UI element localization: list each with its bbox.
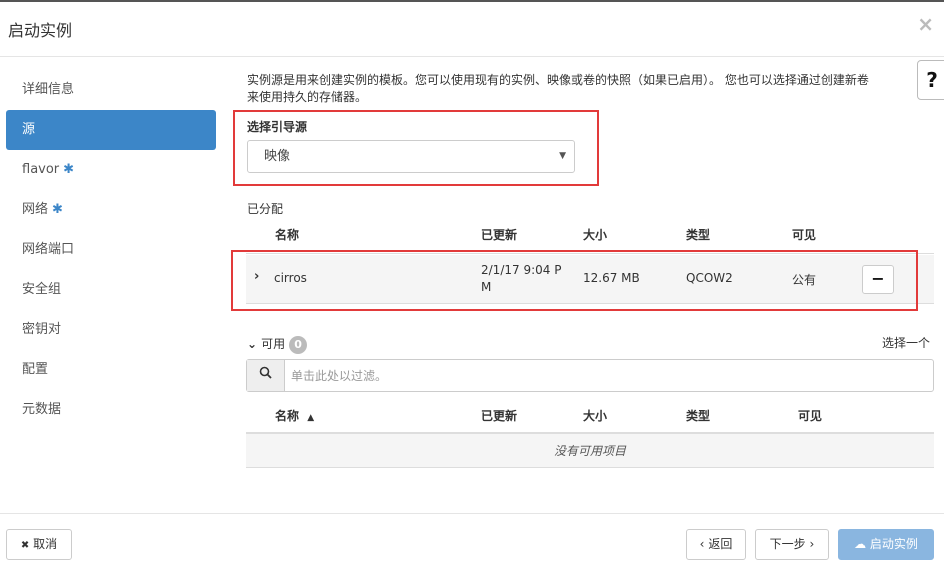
required-icon: ✱ (52, 202, 63, 217)
chevron-right-icon: › (809, 537, 815, 551)
wizard-sidebar: 详细信息 源 flavor ✱ 网络 ✱ 网络端口 安全组 密钥对 配置 元数据 (6, 70, 216, 430)
sidebar-item-label: 密钥对 (22, 322, 62, 337)
empty-table-message: 没有可用项目 (246, 434, 934, 468)
modal-title: 启动实例 (8, 21, 73, 40)
source-description: 实例源是用来创建实例的模板。您可以使用现有的实例、映像或卷的快照（如果已启用）。… (247, 72, 915, 106)
sidebar-item-label: flavor (22, 162, 60, 177)
available-label: 可用 (261, 337, 286, 351)
boot-source-label: 选择引导源 (247, 120, 308, 134)
close-icon[interactable]: × (917, 12, 934, 36)
close-icon: ✖ (20, 540, 30, 551)
description-line: 实例源是用来创建实例的模板。您可以使用现有的实例、映像或卷的快照（如果已启用）。… (247, 73, 869, 87)
sidebar-item-label: 网络端口 (22, 242, 75, 257)
chevron-down-icon: ⌄ (247, 337, 258, 351)
allocated-header-name[interactable]: 名称 (275, 226, 299, 243)
sidebar-item-configuration[interactable]: 配置 (6, 350, 216, 390)
sidebar-item-details[interactable]: 详细信息 (6, 70, 216, 110)
launch-label: 启动实例 (869, 537, 918, 551)
next-label: 下一步 (769, 537, 806, 551)
select-one-hint: 选择一个 (882, 336, 931, 350)
sidebar-item-label: 安全组 (22, 282, 62, 297)
available-toggle[interactable]: ⌄ 可用 0 (247, 335, 308, 354)
sidebar-item-network-ports[interactable]: 网络端口 (6, 230, 216, 270)
sidebar-item-key-pair[interactable]: 密钥对 (6, 310, 216, 350)
chevron-left-icon: ‹ (699, 537, 705, 551)
available-header-visibility[interactable]: 可见 (798, 407, 822, 424)
allocated-header-updated[interactable]: 已更新 (481, 226, 517, 243)
sidebar-item-label: 网络 (22, 202, 49, 217)
modal-header: 启动实例 × (0, 2, 944, 57)
highlight-box-allocated-row (231, 250, 918, 311)
allocated-header-visibility[interactable]: 可见 (792, 226, 816, 243)
sidebar-item-label: 详细信息 (22, 82, 75, 97)
available-header-type[interactable]: 类型 (686, 407, 710, 424)
available-header-size[interactable]: 大小 (583, 407, 607, 424)
launch-instance-button[interactable]: ☁ 启动实例 (838, 529, 934, 560)
sidebar-item-source[interactable]: 源 (6, 110, 216, 150)
back-label: 返回 (708, 537, 733, 551)
filter-bar (246, 359, 934, 392)
sidebar-item-label: 元数据 (22, 402, 62, 417)
available-count-badge: 0 (289, 336, 308, 354)
search-icon (247, 360, 285, 391)
cancel-label: 取消 (33, 537, 58, 551)
back-button[interactable]: ‹ 返回 (686, 529, 746, 560)
help-icon[interactable]: ? (917, 60, 944, 100)
allocated-header-size[interactable]: 大小 (583, 226, 607, 243)
required-icon: ✱ (63, 162, 75, 177)
description-line: 来使用持久的存储器。 (247, 90, 368, 104)
filter-input[interactable] (287, 360, 927, 391)
sidebar-item-security-groups[interactable]: 安全组 (6, 270, 216, 310)
available-header-name[interactable]: 名称 ▲ (275, 407, 314, 424)
available-header-updated[interactable]: 已更新 (481, 407, 517, 424)
sidebar-item-label: 源 (22, 122, 36, 137)
boot-source-select[interactable]: 映像 ▼ (247, 140, 575, 173)
chevron-down-icon: ▼ (559, 151, 566, 161)
cancel-button[interactable]: ✖ 取消 (6, 529, 72, 560)
sidebar-item-label: 配置 (22, 362, 49, 377)
allocated-label: 已分配 (247, 202, 284, 216)
sidebar-item-flavor[interactable]: flavor ✱ (6, 150, 216, 190)
allocated-header-type[interactable]: 类型 (686, 226, 710, 243)
sidebar-item-metadata[interactable]: 元数据 (6, 390, 216, 430)
boot-source-value: 映像 (264, 149, 291, 164)
sort-ascending-icon: ▲ (307, 413, 315, 423)
cloud-upload-icon: ☁ (854, 537, 867, 551)
sidebar-item-network[interactable]: 网络 ✱ (6, 190, 216, 230)
header-label: 名称 (275, 409, 300, 423)
next-button[interactable]: 下一步 › (755, 529, 829, 560)
